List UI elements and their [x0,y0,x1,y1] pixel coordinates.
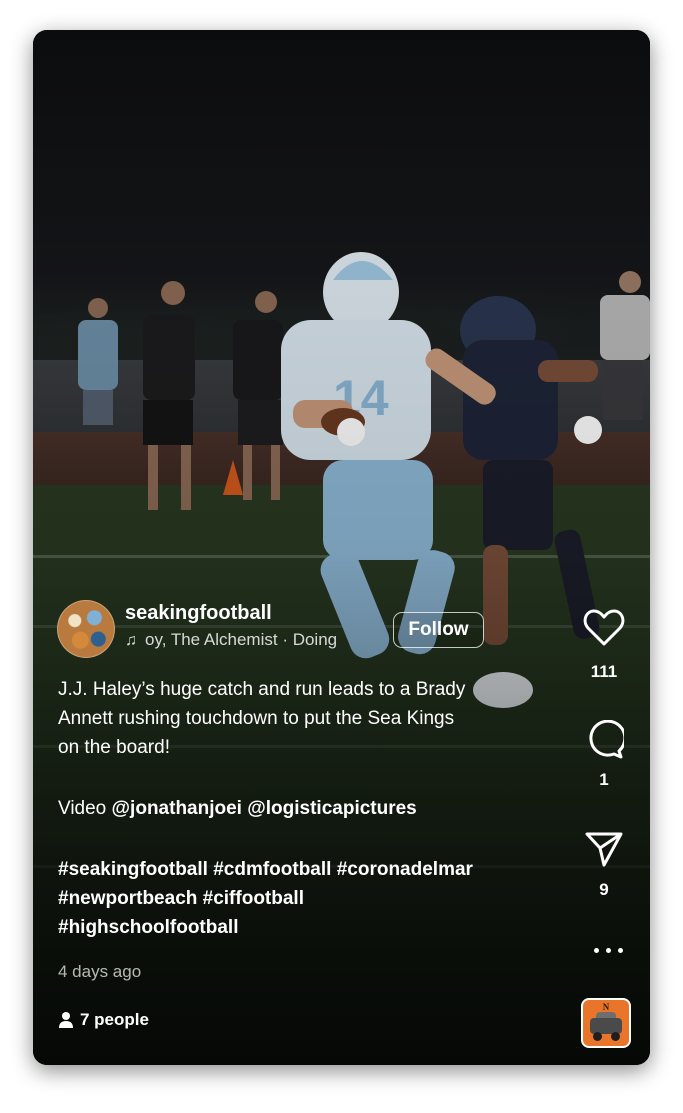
avatar[interactable] [57,600,115,658]
audio-thumbnail[interactable]: N [581,998,631,1048]
caption-line: on the board! [58,737,170,758]
video-credit-line: Video @jonathanjoei @logisticapictures [58,794,558,823]
post-timestamp: 4 days ago [58,962,142,981]
share-count: 9 [599,880,609,899]
follow-button[interactable]: Follow [393,612,484,648]
video-credit-prefix: Video [58,798,112,819]
paper-plane-icon [585,832,623,867]
music-note-icon: ♫ [125,632,137,649]
caption-line: J.J. Haley’s huge catch and run leads to… [58,679,466,700]
more-horizontal-icon[interactable] [586,938,632,964]
username[interactable]: seakingfootball [125,602,272,625]
reel-card[interactable]: 14 seakingfootball ♫oy, The Alchemist · … [33,30,650,1065]
music-track[interactable]: ♫ oy, The Alchemist · Doing [125,630,375,656]
like-count: 111 [590,662,618,681]
music-track-label: oy, The Alchemist · Doing [145,630,338,649]
like-button[interactable]: 111 [574,608,634,682]
caption-line: Annett rushing touchdown to put the Sea … [58,708,455,729]
post-caption[interactable]: J.J. Haley’s huge catch and run leads to… [58,675,558,942]
share-button[interactable]: 9 [574,830,634,900]
hashtag-line[interactable]: #seakingfootball #cdmfootball #coronadel… [58,855,558,884]
comment-count: 1 [599,770,609,789]
heart-icon [583,609,625,646]
tagged-people-label: 7 people [80,1010,149,1029]
comment-button[interactable]: 1 [574,720,634,790]
audio-thumbnail-logo: N [602,1002,610,1012]
hashtag-line[interactable]: #newportbeach #ciffootball [58,884,558,913]
person-icon [59,1012,73,1028]
video-credit-mentions[interactable]: @jonathanjoei @logisticapictures [112,798,417,819]
tagged-people[interactable]: 7 people [58,1010,149,1030]
comment-bubble-icon [589,720,624,759]
hashtag-line[interactable]: #highschoolfootball [58,913,558,942]
